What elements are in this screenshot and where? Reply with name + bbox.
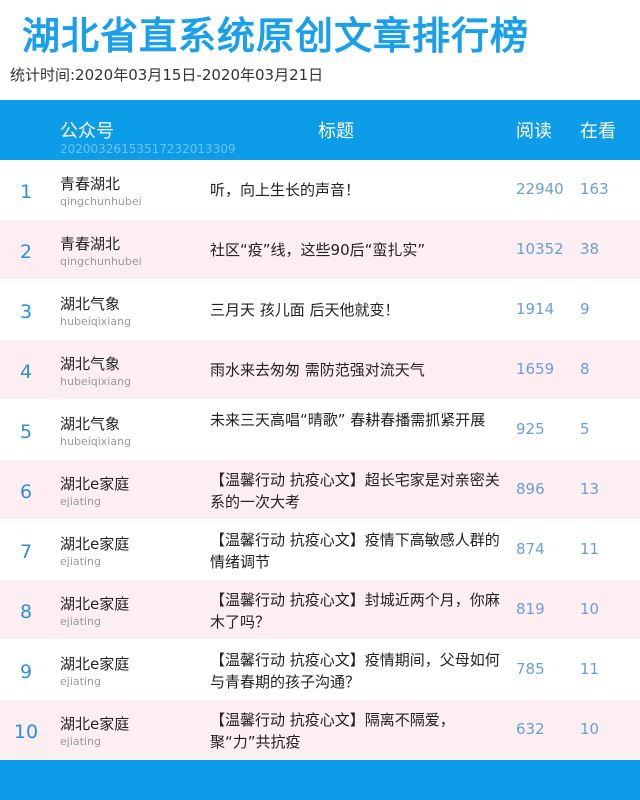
read-count: 925 xyxy=(516,420,545,438)
row-rank: 7 xyxy=(19,541,33,563)
account-name[interactable]: 湖北e家庭 xyxy=(60,713,129,734)
account-id: qingchunhubei xyxy=(60,195,142,208)
row-rank: 10 xyxy=(13,721,39,743)
header-code: 20200326153517232013309 xyxy=(60,142,236,156)
row-rank: 5 xyxy=(19,421,33,443)
watch-count: 11 xyxy=(580,660,600,678)
table-row[interactable]: 3 湖北气象 hubeiqixiang 三月天 孩儿面 后天他就变！ 1914 … xyxy=(0,280,640,340)
account-id: hubeiqixiang xyxy=(60,435,132,448)
article-title[interactable]: 【温馨行动 抗疫心文】隔离不隔爱，聚“力”共抗疫 xyxy=(210,709,510,753)
row-rank: 1 xyxy=(19,181,33,203)
article-title[interactable]: 社区“疫”线，这些90后“蛮扎实” xyxy=(210,239,510,261)
article-title[interactable]: 【温馨行动 抗疫心文】疫情下高敏感人群的情绪调节 xyxy=(210,529,510,573)
watch-count: 8 xyxy=(580,360,590,378)
row-rank: 6 xyxy=(19,481,33,503)
ranking-table: 1 青春湖北 qingchunhubei 听，向上生长的声音！ 22940 16… xyxy=(0,160,640,760)
watch-count: 11 xyxy=(580,540,600,558)
table-row[interactable]: 8 湖北e家庭 ejiating 【温馨行动 抗疫心文】封城近两个月，你麻木了吗… xyxy=(0,580,640,640)
header-account: 公众号 xyxy=(60,121,114,142)
account-name[interactable]: 湖北e家庭 xyxy=(60,593,129,614)
table-row[interactable]: 1 青春湖北 qingchunhubei 听，向上生长的声音！ 22940 16… xyxy=(0,160,640,220)
read-count: 819 xyxy=(516,600,545,618)
account-name[interactable]: 湖北气象 xyxy=(60,293,120,314)
read-count: 1659 xyxy=(516,360,555,378)
row-rank: 4 xyxy=(19,361,33,383)
watch-count: 163 xyxy=(580,180,609,198)
table-row[interactable]: 5 湖北气象 hubeiqixiang 未来三天高唱“晴歌” 春耕春播需抓紧开展… xyxy=(0,400,640,460)
read-count: 896 xyxy=(516,480,545,498)
article-title[interactable]: 【温馨行动 抗疫心文】疫情期间，父母如何与青春期的孩子沟通？ xyxy=(210,649,510,693)
table-row[interactable]: 10 湖北e家庭 ejiating 【温馨行动 抗疫心文】隔离不隔爱，聚“力”共… xyxy=(0,700,640,760)
account-name[interactable]: 湖北e家庭 xyxy=(60,653,129,674)
stats-period: 统计时间:2020年03月15日-2020年03月21日 xyxy=(10,66,324,84)
watch-count: 10 xyxy=(580,720,600,738)
footer-bar xyxy=(0,760,640,800)
article-title[interactable]: 未来三天高唱“晴歌” 春耕春播需抓紧开展 xyxy=(210,409,510,431)
account-id: hubeiqixiang xyxy=(60,375,132,388)
watch-count: 38 xyxy=(580,240,600,258)
account-name[interactable]: 青春湖北 xyxy=(60,173,120,194)
header-watch: 在看 xyxy=(580,121,616,142)
table-row[interactable]: 9 湖北e家庭 ejiating 【温馨行动 抗疫心文】疫情期间，父母如何与青春… xyxy=(0,640,640,700)
account-id: qingchunhubei xyxy=(60,255,142,268)
account-id: hubeiqixiang xyxy=(60,315,132,328)
row-rank: 3 xyxy=(19,301,33,323)
read-count: 632 xyxy=(516,720,545,738)
account-id: ejiating xyxy=(60,615,101,628)
watch-count: 10 xyxy=(580,600,600,618)
account-name[interactable]: 湖北e家庭 xyxy=(60,473,129,494)
account-id: ejiating xyxy=(60,495,101,508)
table-row[interactable]: 2 青春湖北 qingchunhubei 社区“疫”线，这些90后“蛮扎实” 1… xyxy=(0,220,640,280)
watch-count: 9 xyxy=(580,300,590,318)
account-id: ejiating xyxy=(60,735,101,748)
article-title[interactable]: 【温馨行动 抗疫心文】超长宅家是对亲密关系的一次大考 xyxy=(210,469,510,513)
row-rank: 2 xyxy=(19,241,33,263)
row-rank: 8 xyxy=(19,601,33,623)
header-title: 标题 xyxy=(318,121,354,142)
table-header: 公众号 标题 阅读 在看 20200326153517232013309 xyxy=(0,100,640,160)
account-name[interactable]: 湖北气象 xyxy=(60,353,120,374)
article-title[interactable]: 听，向上生长的声音！ xyxy=(210,179,510,201)
table-row[interactable]: 4 湖北气象 hubeiqixiang 雨水来去匆匆 需防范强对流天气 1659… xyxy=(0,340,640,400)
account-name[interactable]: 湖北气象 xyxy=(60,413,120,434)
watch-count: 13 xyxy=(580,480,600,498)
table-row[interactable]: 7 湖北e家庭 ejiating 【温馨行动 抗疫心文】疫情下高敏感人群的情绪调… xyxy=(0,520,640,580)
row-rank: 9 xyxy=(19,661,33,683)
account-id: ejiating xyxy=(60,675,101,688)
page-title: 湖北省直系统原创文章排行榜 xyxy=(22,14,530,58)
account-id: ejiating xyxy=(60,555,101,568)
watch-count: 5 xyxy=(580,420,590,438)
article-title[interactable]: 雨水来去匆匆 需防范强对流天气 xyxy=(210,359,510,381)
read-count: 1914 xyxy=(516,300,555,318)
read-count: 874 xyxy=(516,540,545,558)
read-count: 22940 xyxy=(516,180,564,198)
article-title[interactable]: 三月天 孩儿面 后天他就变！ xyxy=(210,299,510,321)
account-name[interactable]: 青春湖北 xyxy=(60,233,120,254)
read-count: 10352 xyxy=(516,240,564,258)
table-row[interactable]: 6 湖北e家庭 ejiating 【温馨行动 抗疫心文】超长宅家是对亲密关系的一… xyxy=(0,460,640,520)
read-count: 785 xyxy=(516,660,545,678)
header-read: 阅读 xyxy=(516,121,552,142)
account-name[interactable]: 湖北e家庭 xyxy=(60,533,129,554)
article-title[interactable]: 【温馨行动 抗疫心文】封城近两个月，你麻木了吗？ xyxy=(210,589,510,633)
